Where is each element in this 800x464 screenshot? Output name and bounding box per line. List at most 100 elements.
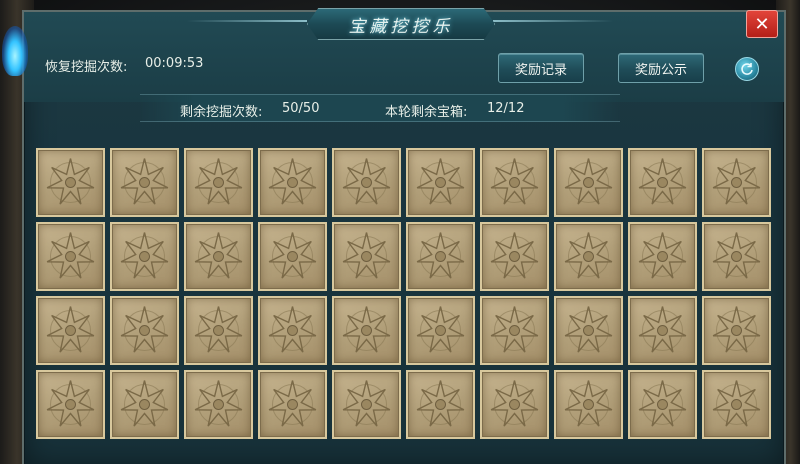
- recovery-timer: 00:09:53: [145, 56, 204, 71]
- compass-star-icon: [120, 306, 169, 353]
- dig-tile[interactable]: [258, 296, 327, 365]
- dig-tile[interactable]: [36, 222, 105, 291]
- compass-star-icon: [712, 380, 761, 427]
- dig-tile[interactable]: [332, 296, 401, 365]
- dig-tile[interactable]: [332, 370, 401, 439]
- compass-star-icon: [712, 158, 761, 205]
- compass-star-icon: [712, 232, 761, 279]
- title-ornament-left: [187, 20, 307, 22]
- refresh-button[interactable]: [735, 57, 759, 81]
- compass-star-icon: [416, 306, 465, 353]
- remaining-chests-value: 12/12: [487, 101, 525, 116]
- recovery-label: 恢复挖掘次数:: [45, 60, 128, 75]
- reward-records-button[interactable]: 奖励记录: [498, 53, 584, 83]
- dig-tile[interactable]: [258, 222, 327, 291]
- compass-star-icon: [564, 232, 613, 279]
- compass-star-icon: [638, 306, 687, 353]
- compass-star-icon: [268, 158, 317, 205]
- dig-tile[interactable]: [406, 148, 475, 217]
- dig-tile[interactable]: [554, 222, 623, 291]
- dig-tile[interactable]: [554, 296, 623, 365]
- reward-announcement-button[interactable]: 奖励公示: [618, 53, 704, 83]
- compass-star-icon: [46, 232, 95, 279]
- compass-star-icon: [46, 158, 95, 205]
- dig-tile[interactable]: [184, 148, 253, 217]
- dig-tile[interactable]: [480, 148, 549, 217]
- dig-tile[interactable]: [480, 222, 549, 291]
- dig-tile[interactable]: [36, 296, 105, 365]
- blue-flame-icon: [2, 26, 28, 76]
- dig-tile[interactable]: [36, 148, 105, 217]
- compass-star-icon: [268, 306, 317, 353]
- dig-tile[interactable]: [702, 370, 771, 439]
- compass-star-icon: [194, 232, 243, 279]
- dig-tile[interactable]: [110, 148, 179, 217]
- compass-star-icon: [638, 380, 687, 427]
- dig-tile[interactable]: [258, 148, 327, 217]
- dig-tile[interactable]: [628, 222, 697, 291]
- compass-star-icon: [638, 232, 687, 279]
- compass-star-icon: [638, 158, 687, 205]
- compass-star-icon: [342, 232, 391, 279]
- dig-tile[interactable]: [628, 370, 697, 439]
- close-icon: ✕: [754, 13, 770, 35]
- compass-star-icon: [46, 380, 95, 427]
- dig-tile[interactable]: [110, 296, 179, 365]
- compass-star-icon: [564, 380, 613, 427]
- compass-star-icon: [416, 380, 465, 427]
- dig-tile[interactable]: [110, 222, 179, 291]
- dig-tile[interactable]: [702, 148, 771, 217]
- compass-star-icon: [194, 380, 243, 427]
- refresh-icon: [741, 63, 753, 75]
- remaining-chests-label: 本轮剩余宝箱:: [385, 105, 468, 120]
- dig-tile[interactable]: [406, 222, 475, 291]
- game-screen: 宝藏挖挖乐 ✕ 恢复挖掘次数: 00:09:53 奖励记录 奖励公示 剩余挖掘次…: [0, 0, 800, 464]
- dig-tile[interactable]: [110, 370, 179, 439]
- dig-tile[interactable]: [480, 296, 549, 365]
- compass-star-icon: [564, 158, 613, 205]
- compass-star-icon: [120, 158, 169, 205]
- compass-star-icon: [194, 158, 243, 205]
- dig-tile[interactable]: [628, 148, 697, 217]
- dig-tile[interactable]: [258, 370, 327, 439]
- compass-star-icon: [194, 306, 243, 353]
- title-ornament-right: [493, 20, 613, 22]
- compass-star-icon: [268, 380, 317, 427]
- compass-star-icon: [416, 158, 465, 205]
- dig-tile[interactable]: [184, 370, 253, 439]
- compass-star-icon: [120, 232, 169, 279]
- compass-star-icon: [46, 306, 95, 353]
- compass-star-icon: [490, 232, 539, 279]
- dig-tile[interactable]: [406, 370, 475, 439]
- dig-tile[interactable]: [332, 222, 401, 291]
- compass-star-icon: [120, 380, 169, 427]
- dig-tile[interactable]: [184, 222, 253, 291]
- compass-star-icon: [490, 158, 539, 205]
- remaining-digs-label: 剩余挖掘次数:: [180, 105, 263, 120]
- compass-star-icon: [342, 380, 391, 427]
- dig-tile[interactable]: [36, 370, 105, 439]
- compass-star-icon: [490, 380, 539, 427]
- page-title: 宝藏挖挖乐: [348, 16, 454, 37]
- compass-star-icon: [564, 306, 613, 353]
- dig-tile[interactable]: [702, 296, 771, 365]
- dig-tile[interactable]: [480, 370, 549, 439]
- compass-star-icon: [490, 306, 539, 353]
- compass-star-icon: [416, 232, 465, 279]
- title-banner: 宝藏挖挖乐: [307, 8, 495, 40]
- close-button[interactable]: ✕: [746, 10, 778, 38]
- dig-tile[interactable]: [628, 296, 697, 365]
- dig-tile[interactable]: [406, 296, 475, 365]
- compass-star-icon: [712, 306, 761, 353]
- dig-tile[interactable]: [184, 296, 253, 365]
- dig-tile[interactable]: [332, 148, 401, 217]
- reward-records-label: 奖励记录: [514, 62, 567, 78]
- reward-announcement-label: 奖励公示: [634, 62, 687, 78]
- compass-star-icon: [342, 158, 391, 205]
- dig-tile[interactable]: [554, 148, 623, 217]
- dig-tile[interactable]: [702, 222, 771, 291]
- compass-star-icon: [342, 306, 391, 353]
- dig-tile-grid: [36, 148, 771, 439]
- compass-star-icon: [268, 232, 317, 279]
- dig-tile[interactable]: [554, 370, 623, 439]
